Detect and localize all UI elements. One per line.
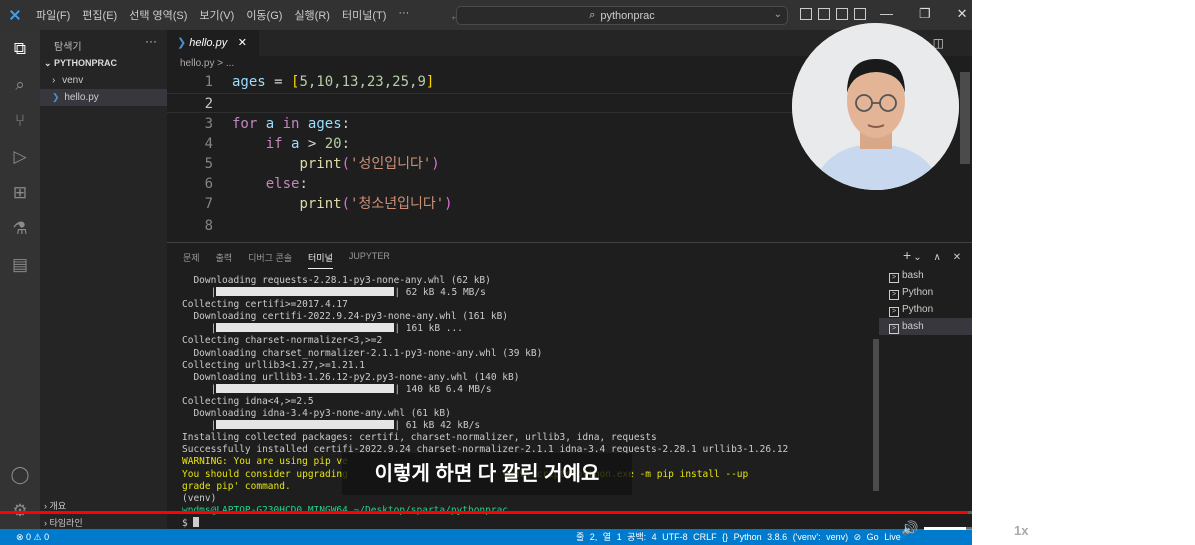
window-controls: — ❐ ✕ bbox=[880, 6, 968, 22]
quality-setting[interactable]: 1080p bbox=[1043, 523, 1080, 538]
volume-level bbox=[924, 527, 966, 530]
tab-jupyter[interactable]: JUPYTER bbox=[349, 251, 390, 269]
tab-debug-console[interactable]: 디버그 콘솔 bbox=[248, 251, 292, 269]
presenter-webcam bbox=[792, 23, 959, 190]
python-file-icon: ❯ bbox=[52, 92, 60, 102]
tab-hello-py[interactable]: ❯ hello.py ✕ bbox=[167, 30, 259, 56]
command-center-search[interactable]: ⌕ pythonprac ⌄ bbox=[456, 6, 788, 25]
terminal-item[interactable]: > bash bbox=[879, 267, 972, 284]
customize-layout-icon[interactable] bbox=[854, 8, 866, 20]
testing-icon[interactable]: ⚗ bbox=[9, 218, 31, 240]
toggle-secondary-sidebar-icon[interactable] bbox=[836, 8, 848, 20]
progress-bar bbox=[216, 323, 395, 333]
run-debug-icon[interactable]: ▷ bbox=[9, 146, 31, 168]
chevron-down-icon: ⌄ bbox=[44, 58, 55, 68]
extensions-icon[interactable]: ⊞ bbox=[9, 182, 31, 204]
menu-terminal[interactable]: 터미널(T) bbox=[336, 7, 392, 23]
volume-icon[interactable]: 🔊 bbox=[901, 520, 918, 537]
tree-item-label: hello.py bbox=[64, 92, 99, 103]
fullscreen-icon[interactable]: ⛶ bbox=[1162, 520, 1173, 537]
search-icon[interactable]: ⌕ bbox=[9, 74, 31, 96]
volume-slider[interactable] bbox=[924, 527, 994, 530]
menu-edit[interactable]: 편집(E) bbox=[76, 7, 123, 23]
tree-item-hello-py[interactable]: ❯ hello.py bbox=[40, 89, 167, 106]
explorer-sidebar: 탐색기 ··· ⌄ PYTHONPRAC › venv ❯ hello.py ›… bbox=[40, 30, 167, 545]
tab-output[interactable]: 출력 bbox=[216, 251, 233, 269]
panel-tabs: 문제 출력 디버그 콘솔 터미널 JUPYTER bbox=[183, 251, 390, 269]
tree-item-label: venv bbox=[62, 75, 84, 86]
terminal-icon: > bbox=[889, 290, 899, 300]
search-text: pythonprac bbox=[600, 9, 655, 22]
tab-problems[interactable]: 문제 bbox=[183, 251, 200, 269]
subtitles-icon[interactable]: ▭ bbox=[1098, 520, 1112, 538]
explorer-icon[interactable]: ⧉ bbox=[9, 38, 31, 60]
vscode-logo-icon: ⨯ bbox=[8, 7, 22, 24]
progress-bar bbox=[216, 383, 395, 393]
code-line: 8 bbox=[204, 218, 213, 234]
panel-tools: + ⌄ ∧ ✕ bbox=[903, 247, 961, 263]
terminal-item[interactable]: > bash bbox=[879, 318, 972, 335]
progress-bar bbox=[216, 420, 395, 430]
breadcrumb[interactable]: hello.py > ... bbox=[180, 58, 234, 69]
title-bar: ⨯ 파일(F) 편집(E) 선택 영역(S) 보기(V) 이동(G) 실행(R)… bbox=[0, 0, 972, 30]
terminal-item[interactable]: > Python bbox=[879, 301, 972, 318]
video-subtitle: 이렇게 하면 다 깔린 거예요 bbox=[342, 453, 632, 495]
terminal-scrollbar[interactable] bbox=[873, 339, 879, 491]
editor-scrollbar[interactable] bbox=[960, 72, 970, 164]
python-file-icon: ❯ bbox=[177, 37, 190, 49]
notebook-icon[interactable]: ▤ bbox=[9, 254, 31, 276]
close-panel-icon[interactable]: ✕ bbox=[953, 252, 961, 263]
toggle-sidebar-icon[interactable] bbox=[800, 8, 812, 20]
restore-icon[interactable]: ❐ bbox=[919, 6, 931, 22]
video-controls: 🔊 1x 1080p ▭ ⧉ ⛶ bbox=[0, 514, 1195, 545]
bottom-panel: 문제 출력 디버그 콘솔 터미널 JUPYTER + ⌄ ∧ ✕ Download… bbox=[167, 242, 972, 545]
search-icon: ⌕ bbox=[589, 9, 596, 21]
letterbox bbox=[972, 0, 1195, 512]
account-icon[interactable]: ◯ bbox=[9, 464, 31, 486]
menu-selection[interactable]: 선택 영역(S) bbox=[123, 7, 193, 23]
source-control-icon[interactable]: ⑂ bbox=[9, 110, 31, 132]
close-tab-icon[interactable]: ✕ bbox=[238, 30, 247, 56]
terminal-item[interactable]: > Python bbox=[879, 284, 972, 301]
layout-controls bbox=[800, 8, 866, 20]
maximize-panel-icon[interactable]: ∧ bbox=[933, 252, 940, 263]
terminal-list: > bash > Python > Python > bash bbox=[879, 267, 972, 335]
terminal-icon: > bbox=[889, 307, 899, 317]
menu-more[interactable]: ··· bbox=[392, 7, 415, 23]
workspace-folder[interactable]: ⌄ PYTHONPRAC bbox=[44, 58, 117, 69]
terminal-icon: > bbox=[889, 273, 899, 283]
activity-bar: ⧉ ⌕ ⑂ ▷ ⊞ ⚗ ▤ ◯ ⚙ bbox=[0, 30, 40, 545]
close-icon[interactable]: ✕ bbox=[957, 6, 968, 22]
chevron-down-icon[interactable]: ⌄ bbox=[774, 9, 782, 20]
new-terminal-icon[interactable]: + bbox=[903, 247, 911, 263]
terminal-icon: > bbox=[889, 324, 899, 334]
tree-item-venv[interactable]: › venv bbox=[40, 72, 167, 89]
tab-terminal[interactable]: 터미널 bbox=[308, 251, 333, 269]
menu-bar: 파일(F) 편집(E) 선택 영역(S) 보기(V) 이동(G) 실행(R) 터… bbox=[30, 7, 415, 23]
menu-file[interactable]: 파일(F) bbox=[30, 7, 76, 23]
toggle-panel-icon[interactable] bbox=[818, 8, 830, 20]
menu-view[interactable]: 보기(V) bbox=[193, 7, 240, 23]
chevron-right-icon: › bbox=[52, 75, 56, 86]
chevron-down-icon[interactable]: ⌄ bbox=[913, 252, 921, 263]
menu-go[interactable]: 이동(G) bbox=[240, 7, 288, 23]
menu-run[interactable]: 실행(R) bbox=[288, 7, 336, 23]
presenter-image bbox=[792, 23, 959, 190]
minimize-icon[interactable]: — bbox=[880, 6, 893, 22]
more-actions-icon[interactable]: ··· bbox=[145, 34, 157, 48]
code-line: 7 print('청소년입니다') bbox=[204, 196, 453, 212]
miniplayer-icon[interactable]: ⧉ bbox=[1131, 520, 1142, 537]
progress-bar bbox=[216, 287, 395, 297]
playback-speed[interactable]: 1x bbox=[1014, 523, 1028, 538]
explorer-title: 탐색기 bbox=[54, 42, 82, 53]
